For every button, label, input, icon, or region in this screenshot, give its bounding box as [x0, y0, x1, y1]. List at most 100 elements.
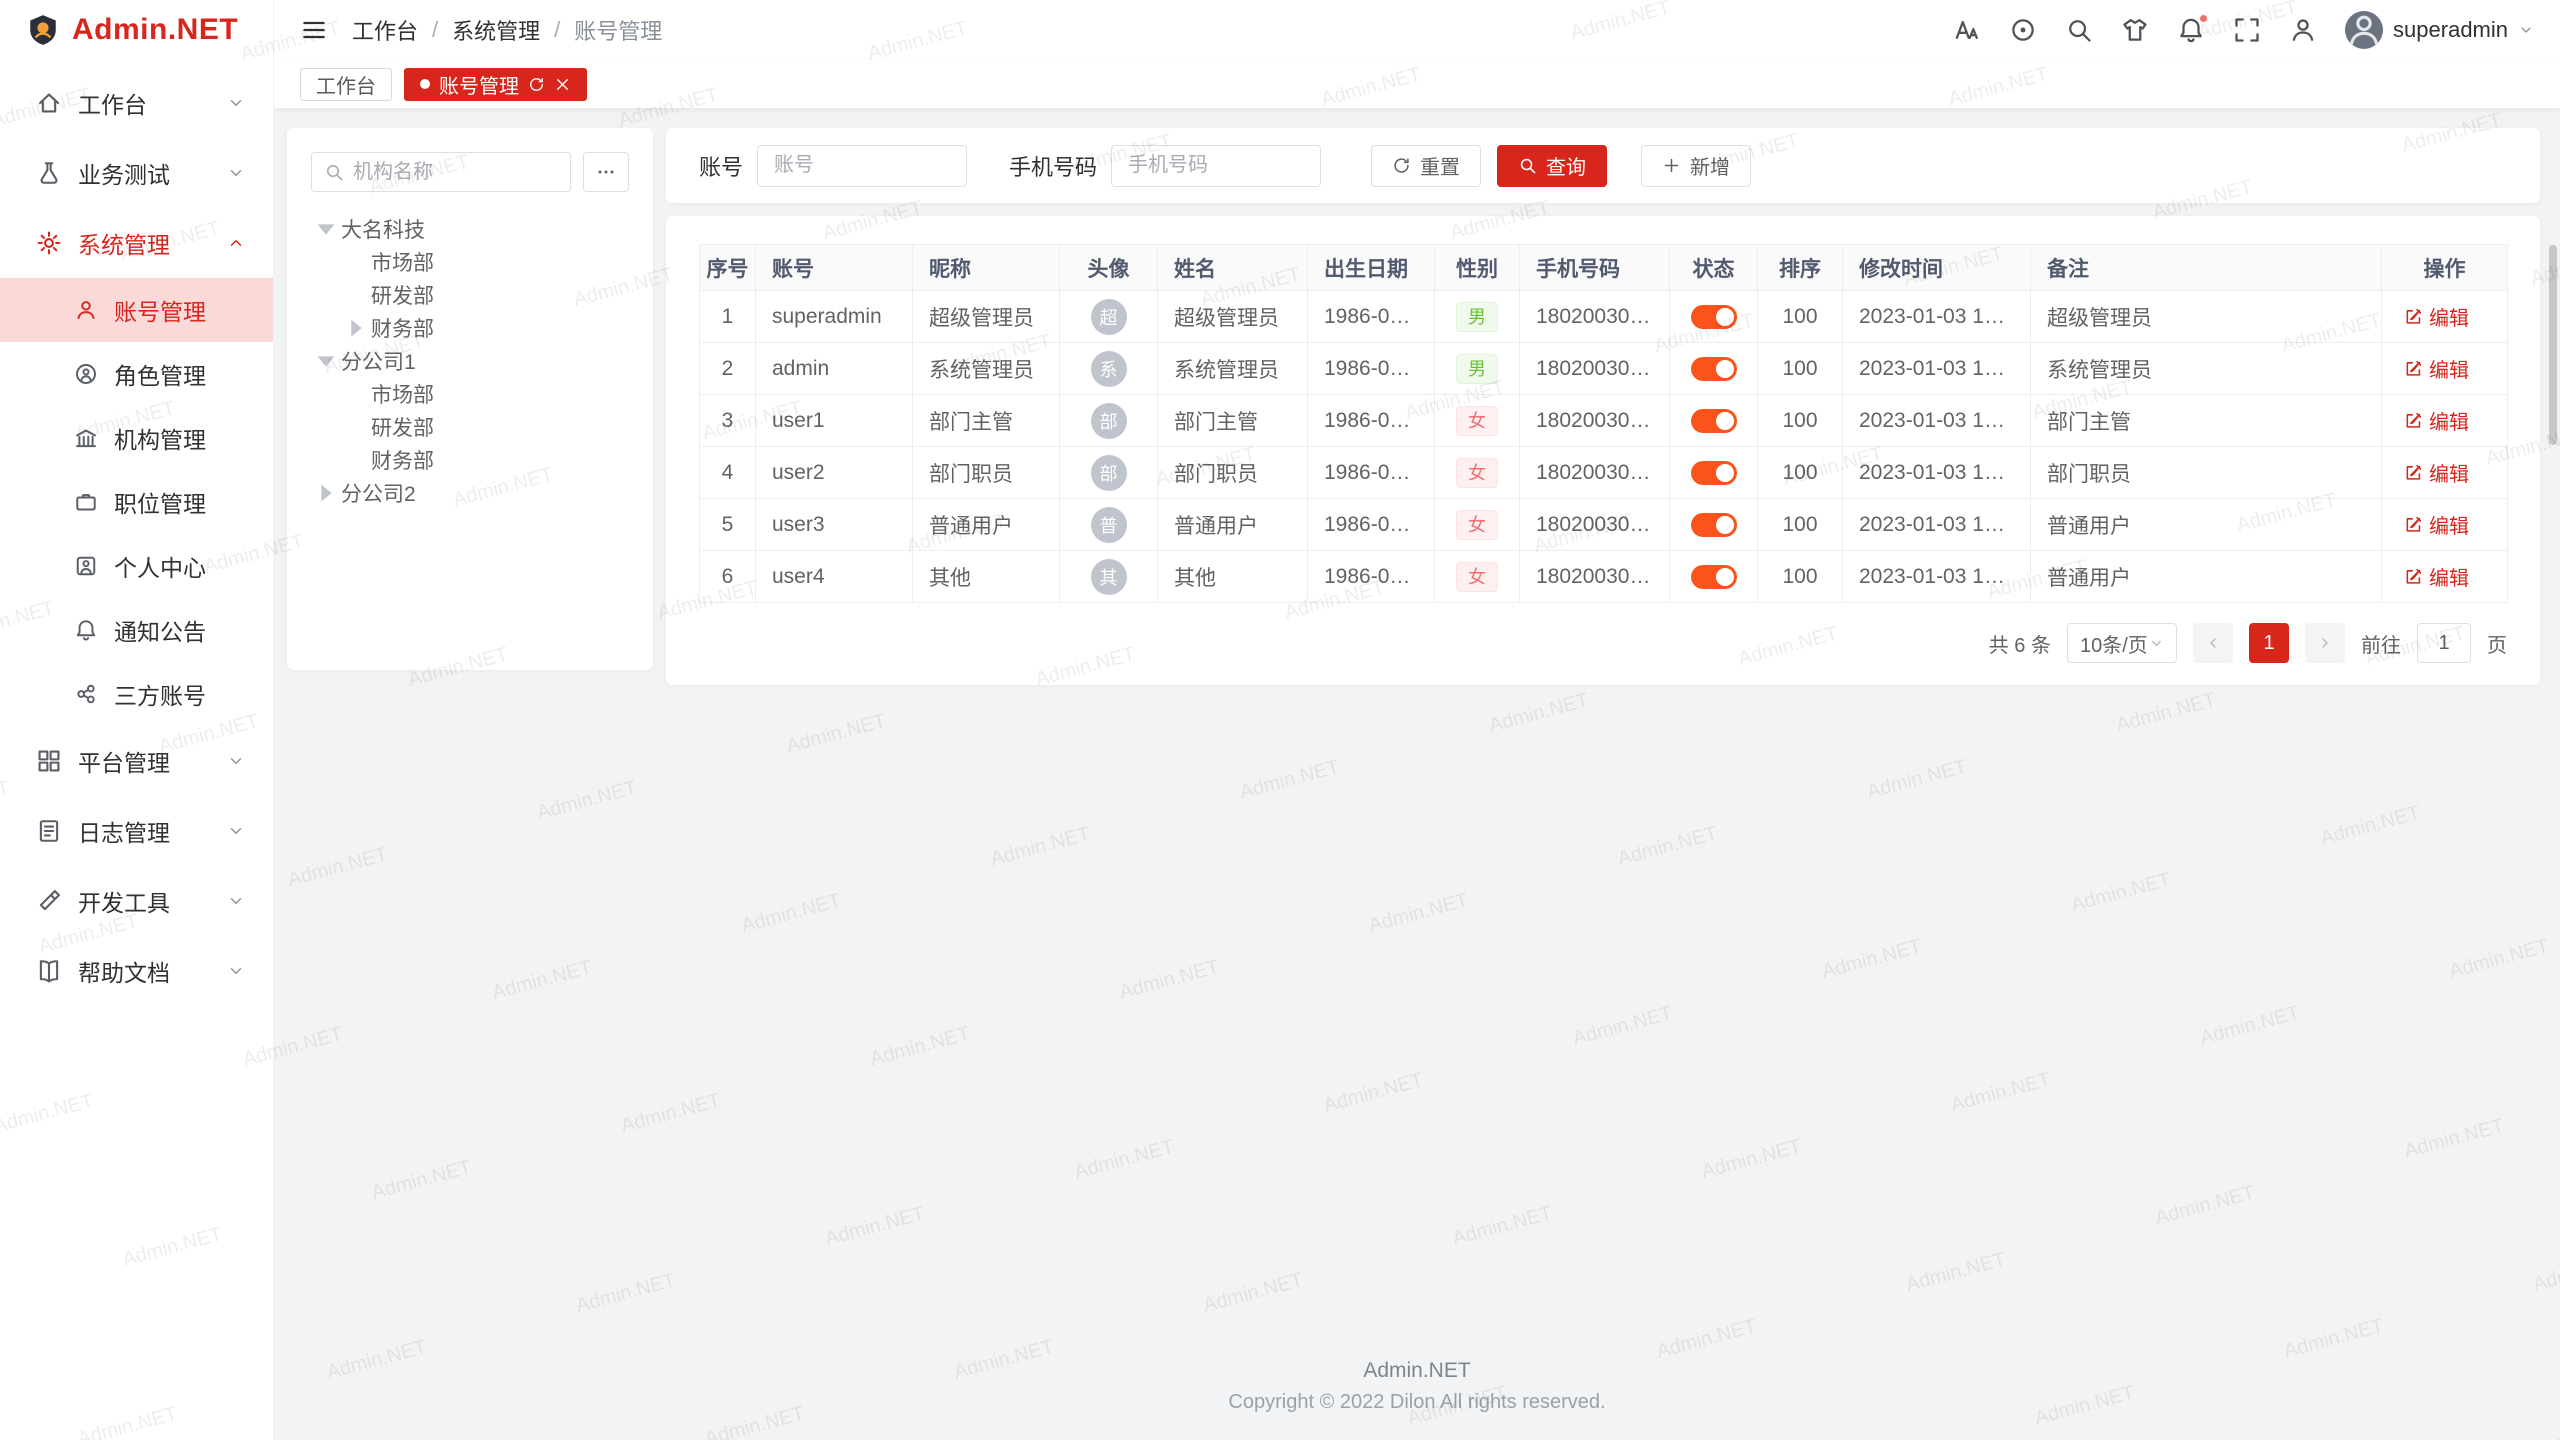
sidebar-subitem-role[interactable]: 角色管理	[0, 342, 273, 406]
refresh-icon	[1392, 156, 1411, 175]
account-filter-input[interactable]	[757, 145, 967, 187]
sidebar-item-devtools[interactable]: 开发工具	[0, 866, 273, 936]
column-header-label: 昵称	[929, 258, 971, 281]
close-icon[interactable]	[554, 76, 571, 93]
chevron-down-icon	[227, 94, 245, 112]
edit-button[interactable]: 编辑	[2404, 302, 2469, 331]
user-menu[interactable]: superadmin	[2345, 11, 2534, 49]
fullscreen-icon[interactable]	[2233, 16, 2261, 44]
tree-node[interactable]: 分公司1	[311, 344, 629, 377]
cell-name: 普通用户	[1158, 499, 1308, 551]
sidebar-subitem-position[interactable]: 职位管理	[0, 470, 273, 534]
cell-actions: 编辑	[2382, 447, 2508, 499]
edit-button[interactable]: 编辑	[2404, 406, 2469, 435]
tree-node[interactable]: 市场部	[311, 245, 629, 278]
tree-node[interactable]: 大名科技	[311, 212, 629, 245]
more-options-button[interactable]	[583, 152, 629, 192]
sidebar-subitem-third[interactable]: 三方账号	[0, 662, 273, 726]
tree-caret-icon[interactable]	[311, 478, 341, 508]
table-row: 4user2部门职员部部门职员1986-06-28女18020030720100…	[700, 447, 2508, 499]
page-footer: Admin.NET Copyright © 2022 Dilon All rig…	[274, 1359, 2560, 1440]
reset-button[interactable]: 重置	[1371, 145, 1481, 187]
tree-node[interactable]: 市场部	[311, 377, 629, 410]
add-button[interactable]: 新增	[1641, 145, 1751, 187]
sidebar-item-help[interactable]: 帮助文档	[0, 936, 273, 1006]
toggle-knob	[1716, 464, 1734, 482]
main-area: 工作台 / 系统管理 / 账号管理 superadmin	[274, 0, 2560, 1440]
cell-avatar: 其	[1060, 551, 1158, 603]
footer-title: Admin.NET	[274, 1359, 2560, 1383]
org-search-field[interactable]	[311, 152, 571, 192]
tree-node[interactable]: 分公司2	[311, 476, 629, 509]
notification-bell-icon[interactable]	[2177, 16, 2205, 44]
app-logo[interactable]: Admin.NET	[0, 0, 273, 60]
edit-button[interactable]: 编辑	[2404, 562, 2469, 591]
tree-caret-icon[interactable]	[311, 214, 341, 244]
page-number-button[interactable]: 1	[2249, 623, 2289, 663]
sidebar-subitem-user[interactable]: 账号管理	[0, 278, 273, 342]
goto-page-input[interactable]	[2417, 623, 2471, 663]
theme-icon[interactable]	[2121, 16, 2149, 44]
sidebar-subitem-profile[interactable]: 个人中心	[0, 534, 273, 598]
tab-workbench[interactable]: 工作台	[300, 68, 392, 101]
cell-name: 其他	[1158, 551, 1308, 603]
phone-filter-label: 手机号码	[1009, 150, 1097, 182]
tree-node[interactable]: 研发部	[311, 410, 629, 443]
chevron-down-icon	[227, 822, 245, 840]
edit-button[interactable]: 编辑	[2404, 510, 2469, 539]
breadcrumb-item[interactable]: 工作台	[352, 14, 418, 46]
hamburger-menu-icon[interactable]	[300, 16, 328, 44]
status-toggle[interactable]	[1691, 409, 1737, 433]
prev-page-button[interactable]	[2193, 623, 2233, 663]
org-tree: 大名科技市场部研发部财务部分公司1市场部研发部财务部分公司2	[311, 212, 629, 509]
cell-gender: 女	[1435, 447, 1520, 499]
sidebar-subitem-notice[interactable]: 通知公告	[0, 598, 273, 662]
cell-avatar: 部	[1060, 447, 1158, 499]
status-toggle[interactable]	[1691, 461, 1737, 485]
page-size-select[interactable]: 10条/页	[2067, 623, 2177, 663]
search-button[interactable]: 查询	[1497, 145, 1607, 187]
refresh-icon[interactable]	[528, 76, 545, 93]
cell-actions: 编辑	[2382, 551, 2508, 603]
status-toggle[interactable]	[1691, 357, 1737, 381]
edit-icon	[2404, 307, 2423, 326]
sidebar-item-home[interactable]: 工作台	[0, 68, 273, 138]
cell-status	[1670, 447, 1758, 499]
breadcrumb-item[interactable]: 系统管理	[452, 14, 540, 46]
cell-account: user4	[756, 551, 913, 603]
font-size-icon[interactable]	[1953, 16, 1981, 44]
sidebar-item-test[interactable]: 业务测试	[0, 138, 273, 208]
status-toggle[interactable]	[1691, 565, 1737, 589]
cell-actions: 编辑	[2382, 395, 2508, 447]
column-header: 性别	[1435, 245, 1520, 291]
user-icon[interactable]	[2289, 16, 2317, 44]
edit-button[interactable]: 编辑	[2404, 354, 2469, 383]
tree-node[interactable]: 财务部	[311, 311, 629, 344]
phone-filter-input[interactable]	[1111, 145, 1321, 187]
org-search-input[interactable]	[353, 161, 558, 184]
status-toggle[interactable]	[1691, 305, 1737, 329]
cell-remark: 超级管理员	[2031, 291, 2382, 343]
next-page-button[interactable]	[2305, 623, 2345, 663]
filter-bar: 账号 手机号码 重置 查询	[666, 128, 2540, 203]
status-toggle[interactable]	[1691, 513, 1737, 537]
gear-icon	[36, 230, 62, 256]
component-size-icon[interactable]	[2009, 16, 2037, 44]
edit-icon	[2404, 515, 2423, 534]
tree-node[interactable]: 研发部	[311, 278, 629, 311]
sidebar-subitem-label: 个人中心	[114, 549, 206, 583]
tree-caret-icon[interactable]	[311, 346, 341, 376]
edit-icon	[2404, 411, 2423, 430]
sidebar-item-gear[interactable]: 系统管理	[0, 208, 273, 278]
scrollbar-thumb[interactable]	[2549, 245, 2557, 445]
sidebar-item-platform[interactable]: 平台管理	[0, 726, 273, 796]
sidebar-subitem-org[interactable]: 机构管理	[0, 406, 273, 470]
edit-button[interactable]: 编辑	[2404, 458, 2469, 487]
tab-account-management[interactable]: 账号管理	[404, 68, 587, 101]
column-header-label: 手机号码	[1536, 258, 1620, 281]
tree-caret-icon[interactable]	[341, 313, 371, 343]
cell-name: 系统管理员	[1158, 343, 1308, 395]
search-icon[interactable]	[2065, 16, 2093, 44]
sidebar-item-log[interactable]: 日志管理	[0, 796, 273, 866]
tree-node[interactable]: 财务部	[311, 443, 629, 476]
